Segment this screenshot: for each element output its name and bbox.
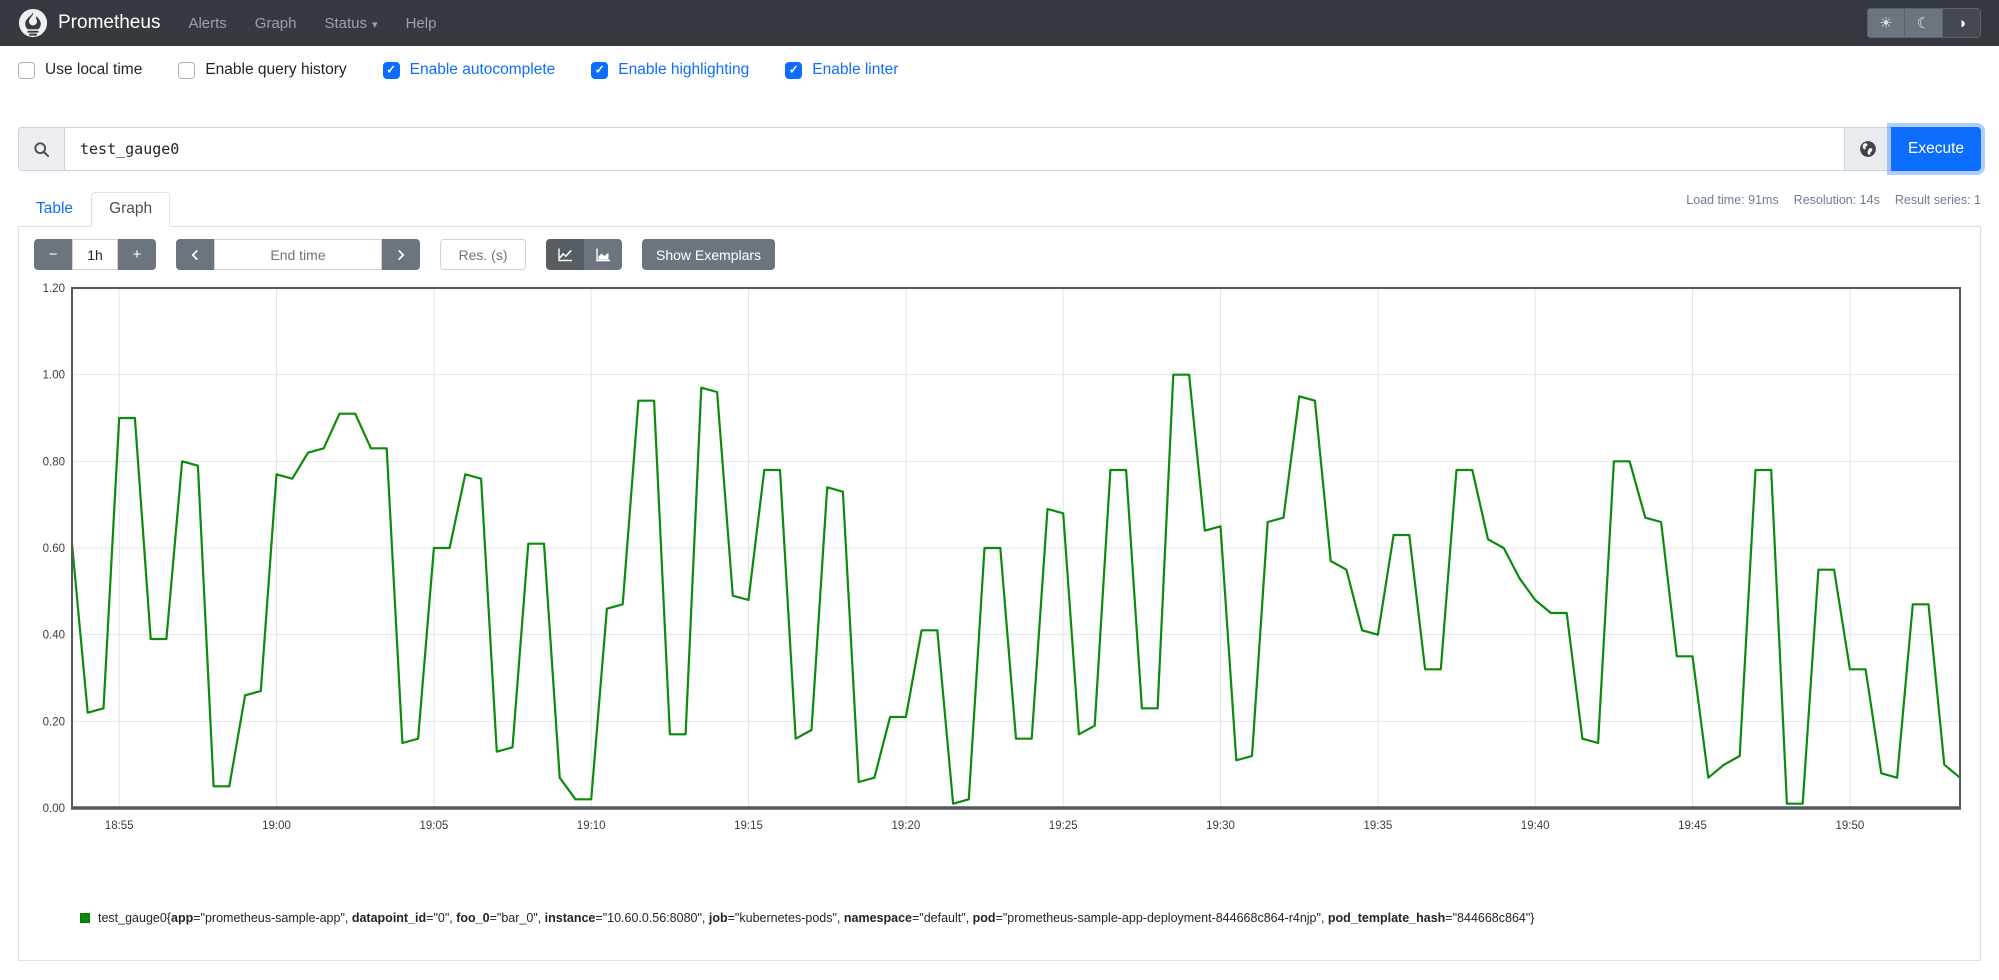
svg-text:19:20: 19:20 (891, 820, 920, 832)
navbar: Prometheus Alerts Graph Status ▾ Help ☀ ☾… (0, 0, 1999, 46)
globe-icon (1859, 140, 1877, 158)
use-local-time-checkbox[interactable] (18, 61, 35, 79)
query-stats: Load time: 91ms Resolution: 14s Result s… (1686, 193, 1981, 207)
option-enable-query-history[interactable]: Enable query history (178, 61, 347, 79)
nav-item-status[interactable]: Status ▾ (325, 15, 378, 32)
graph-panel: − + Show Exemplars 0.00 0.20 0.40 0.60 0.80 1… (18, 227, 1981, 961)
end-time-input[interactable] (214, 239, 382, 270)
light-theme-button[interactable]: ☀ (1867, 8, 1905, 38)
svg-text:1.20: 1.20 (43, 283, 65, 295)
svg-text:0.80: 0.80 (43, 456, 65, 468)
stacked-chart-icon (595, 247, 611, 263)
stacked-chart-mode-button[interactable] (584, 239, 622, 270)
option-enable-autocomplete[interactable]: Enable autocomplete (382, 61, 555, 79)
dark-theme-button[interactable]: ☾ (1905, 8, 1943, 38)
svg-text:19:45: 19:45 (1678, 820, 1707, 832)
option-use-local-time[interactable]: Use local time (18, 61, 142, 79)
svg-text:0.20: 0.20 (43, 716, 65, 728)
end-time-control-group (176, 239, 420, 270)
enable-query-history-checkbox[interactable] (178, 61, 196, 79)
enable-autocomplete-checkbox[interactable] (382, 61, 400, 79)
app-title: Prometheus (58, 12, 161, 33)
svg-text:19:15: 19:15 (734, 820, 763, 832)
enable-highlighting-checkbox[interactable] (591, 61, 609, 79)
execute-button[interactable]: Execute (1891, 127, 1981, 171)
circle-half-icon: ◑ (1956, 14, 1967, 32)
range-control-group: − + (34, 239, 156, 270)
nav-item-help[interactable]: Help (406, 15, 437, 32)
enable-linter-checkbox[interactable] (785, 61, 803, 79)
search-icon (33, 141, 50, 158)
svg-text:1.00: 1.00 (43, 370, 65, 382)
sun-icon: ☀ (1879, 15, 1893, 32)
svg-text:19:00: 19:00 (262, 820, 291, 832)
show-exemplars-button[interactable]: Show Exemplars (642, 239, 776, 270)
panel-tabs: Table Graph Load time: 91ms Resolution: … (18, 189, 1981, 227)
query-expression-input[interactable] (64, 127, 1845, 171)
nav-item-graph[interactable]: Graph (255, 15, 297, 32)
legend-series-text: test_gauge0{app="prometheus-sample-app",… (98, 911, 1535, 925)
legend-item[interactable]: test_gauge0{app="prometheus-sample-app",… (34, 911, 1965, 925)
search-addon (18, 127, 64, 171)
series-color-swatch (80, 913, 90, 923)
option-enable-linter[interactable]: Enable linter (785, 61, 898, 79)
svg-text:0.40: 0.40 (43, 630, 65, 642)
chevron-left-icon (189, 249, 201, 261)
chart-container: 0.00 0.20 0.40 0.60 0.80 1.00 1.20 18:55 19:00 19… (34, 282, 1965, 895)
nav-item-alerts[interactable]: Alerts (188, 15, 226, 32)
svg-text:19:10: 19:10 (577, 820, 606, 832)
svg-text:19:35: 19:35 (1363, 820, 1392, 832)
decrease-range-button[interactable]: − (34, 239, 72, 270)
chart-type-toggle (546, 239, 622, 270)
svg-text:19:40: 19:40 (1521, 820, 1550, 832)
line-chart-mode-button[interactable] (546, 239, 584, 270)
prometheus-logo-icon (18, 8, 48, 38)
range-input[interactable] (72, 239, 118, 270)
increase-range-button[interactable]: + (118, 239, 156, 270)
option-enable-highlighting[interactable]: Enable highlighting (591, 61, 749, 79)
line-chart-icon (557, 247, 573, 263)
tab-graph[interactable]: Graph (91, 192, 171, 227)
moon-icon: ☾ (1916, 15, 1931, 32)
prometheus-home-link[interactable]: Prometheus (18, 8, 160, 38)
time-back-button[interactable] (176, 239, 214, 270)
metrics-explorer-button[interactable] (1845, 127, 1891, 171)
svg-text:19:50: 19:50 (1835, 820, 1864, 832)
result-series-stat: Result series: 1 (1894, 193, 1981, 207)
resolution-input[interactable] (440, 239, 526, 270)
query-input-group: Execute (18, 127, 1981, 171)
graph-canvas[interactable]: 0.00 0.20 0.40 0.60 0.80 1.00 1.20 18:55 19:00 19… (34, 282, 1969, 890)
load-time-stat: Load time: 91ms (1686, 193, 1779, 207)
query-options-bar: Use local time Enable query history Enab… (0, 46, 1999, 89)
time-forward-button[interactable] (382, 239, 420, 270)
svg-text:19:30: 19:30 (1206, 820, 1235, 832)
graph-controls: − + Show Exemplars (34, 239, 1965, 270)
svg-text:18:55: 18:55 (105, 820, 134, 832)
auto-theme-button[interactable]: ◑ (1943, 8, 1981, 38)
chevron-right-icon (395, 249, 407, 261)
caret-down-icon: ▾ (372, 18, 378, 31)
svg-text:19:25: 19:25 (1049, 820, 1078, 832)
theme-toggle-group: ☀ ☾ ◑ (1867, 8, 1981, 38)
tab-table[interactable]: Table (18, 192, 91, 227)
resolution-stat: Resolution: 14s (1793, 193, 1880, 207)
nav-links: Alerts Graph Status ▾ Help (160, 15, 436, 32)
svg-text:19:05: 19:05 (419, 820, 448, 832)
svg-text:0.00: 0.00 (43, 803, 65, 815)
svg-text:0.60: 0.60 (43, 543, 65, 555)
